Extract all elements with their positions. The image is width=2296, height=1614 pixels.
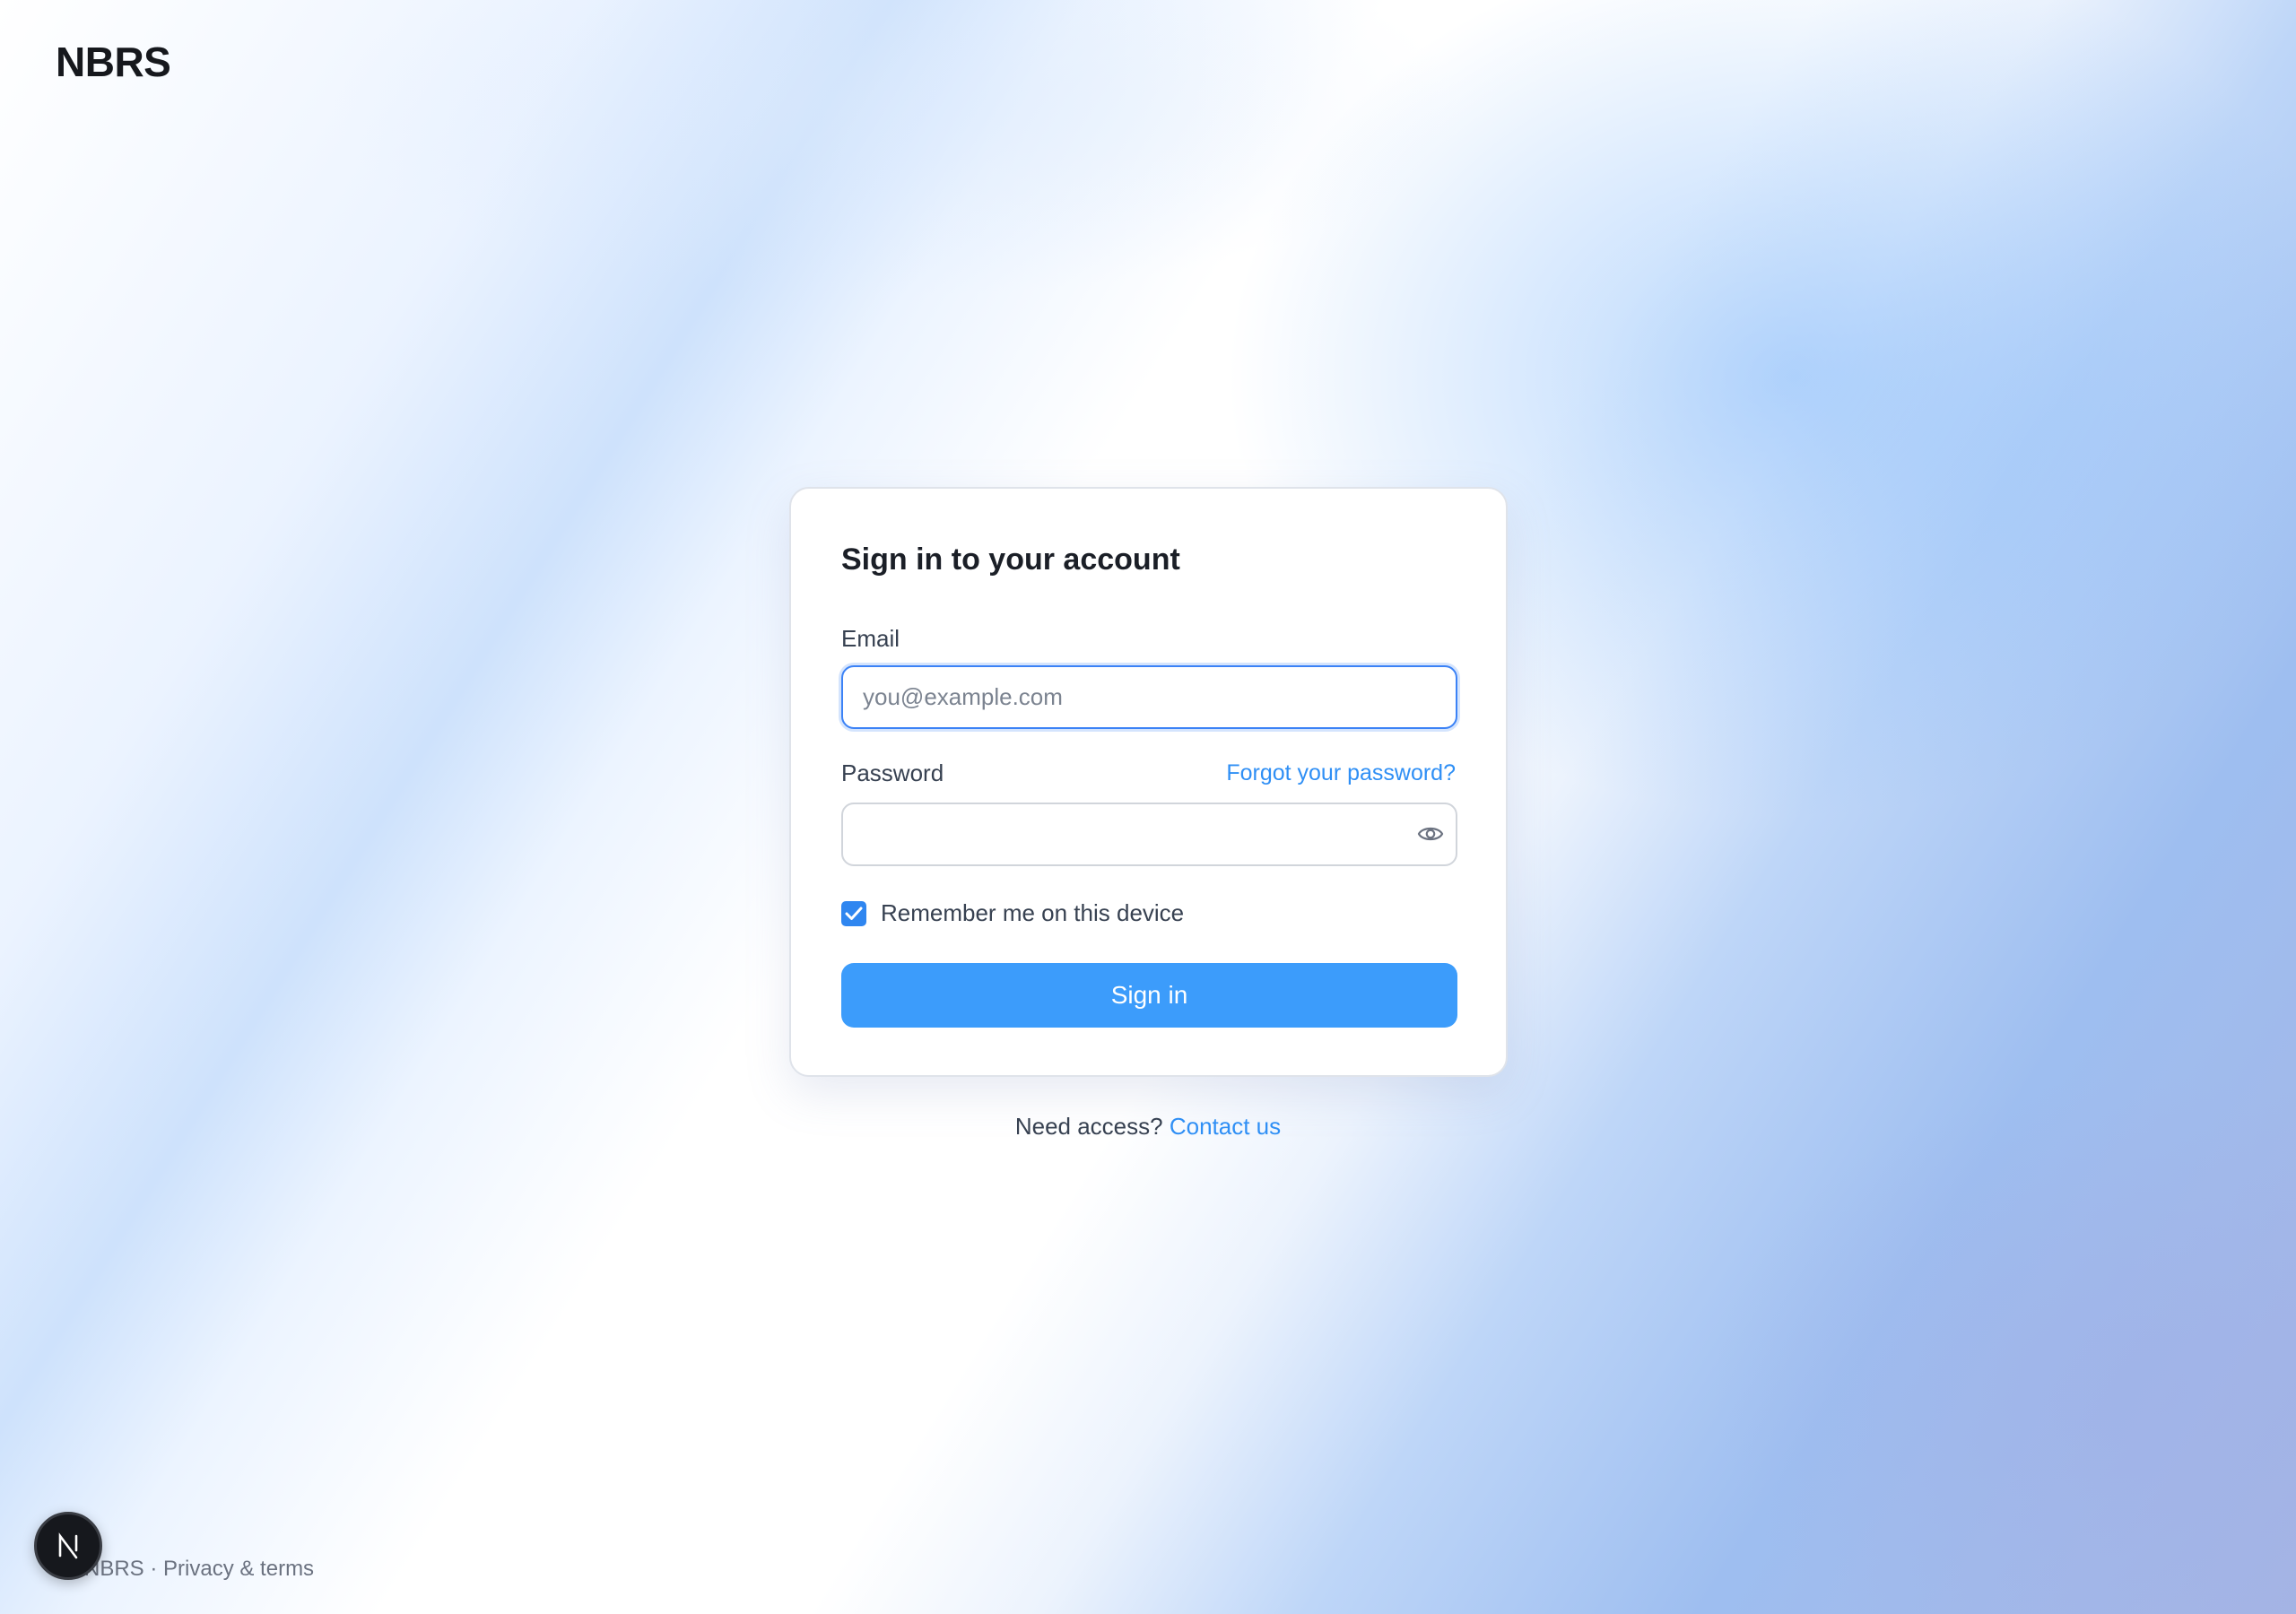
card-title: Sign in to your account (841, 542, 1180, 577)
checkmark-icon (845, 907, 863, 920)
eye-icon[interactable] (1417, 823, 1444, 845)
access-prompt-text: Need access? (1014, 1113, 1163, 1140)
dev-tools-badge[interactable] (34, 1512, 102, 1580)
forgot-password-link[interactable]: Forgot your password? (1226, 760, 1456, 786)
email-field[interactable] (841, 665, 1457, 729)
email-label: Email (841, 625, 900, 652)
remember-me-row: Remember me on this device (841, 899, 1184, 927)
contact-us-link[interactable]: Contact us (1170, 1113, 1281, 1140)
remember-me-checkbox[interactable] (841, 900, 866, 926)
n-logo-icon (58, 1532, 78, 1559)
sign-in-button[interactable]: Sign in (841, 963, 1457, 1028)
login-card: Sign in to your account Email Password F… (789, 487, 1508, 1077)
privacy-terms-link[interactable]: Privacy & terms (163, 1557, 314, 1581)
footer: NBRS · Privacy & terms (84, 1557, 314, 1582)
brand-logo: NBRS (56, 39, 171, 85)
remember-me-label: Remember me on this device (881, 899, 1185, 926)
password-field[interactable] (841, 803, 1457, 866)
password-label: Password (841, 759, 944, 786)
footer-separator: · (150, 1557, 158, 1581)
access-prompt: Need access? Contact us (0, 1113, 2296, 1141)
